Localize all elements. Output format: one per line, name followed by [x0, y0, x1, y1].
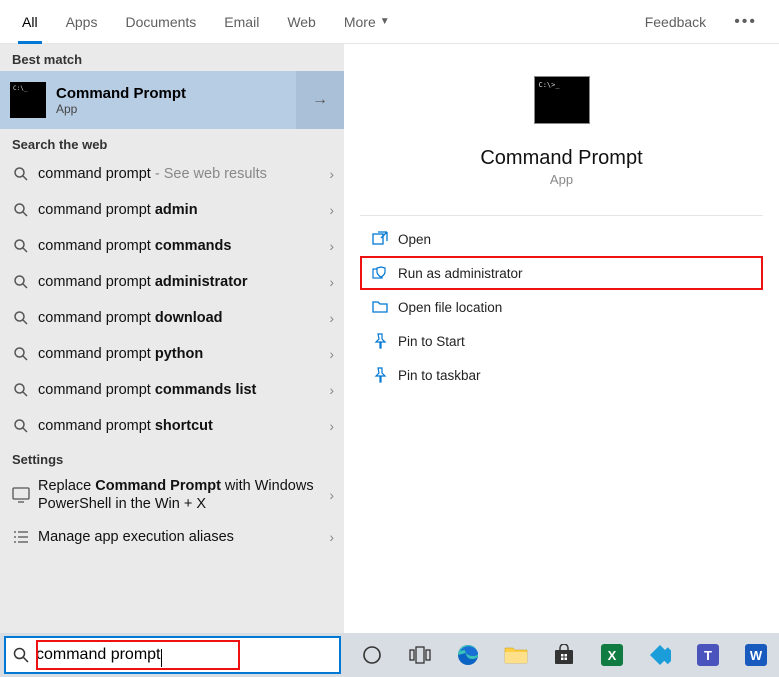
web-result-text: command prompt download: [32, 310, 329, 326]
folder-icon: [368, 299, 392, 315]
settings-result-item[interactable]: Manage app execution aliases›: [0, 519, 344, 555]
web-result-item[interactable]: command prompt download›: [0, 300, 344, 336]
web-result-text: command prompt admin: [32, 202, 329, 218]
action-pin-to-taskbar[interactable]: Pin to taskbar: [360, 358, 763, 392]
pin-start-icon: [368, 333, 392, 349]
tab-documents[interactable]: Documents: [111, 0, 210, 44]
chevron-right-icon: ›: [329, 310, 334, 326]
search-icon: [10, 382, 32, 398]
web-result-text: command prompt shortcut: [32, 418, 329, 434]
search-icon: [10, 166, 32, 182]
taskbar: command prompt X TW: [0, 633, 779, 677]
best-match-subtitle: App: [56, 102, 186, 116]
filter-tabs: All Apps Documents Email Web More▼ Feedb…: [0, 0, 779, 44]
monitor-icon: [10, 487, 32, 503]
detail-subtitle: App: [360, 172, 763, 187]
more-menu[interactable]: •••: [720, 13, 771, 31]
action-label: Pin to taskbar: [392, 368, 481, 383]
taskbar-teams[interactable]: T: [685, 634, 731, 676]
taskbar-store[interactable]: [541, 634, 587, 676]
action-label: Run as administrator: [392, 266, 523, 281]
best-match-item[interactable]: Command Prompt App →: [0, 71, 344, 129]
chevron-right-icon: ›: [329, 238, 334, 254]
chevron-right-icon: ›: [329, 529, 334, 545]
search-web-header: Search the web: [0, 129, 344, 156]
settings-result-item[interactable]: Replace Command Prompt with Windows Powe…: [0, 471, 344, 519]
chevron-right-icon: ›: [329, 202, 334, 218]
chevron-right-icon: ›: [329, 346, 334, 362]
web-result-text: command prompt python: [32, 346, 329, 362]
search-icon: [6, 647, 36, 663]
search-icon: [10, 202, 32, 218]
action-open-file-location[interactable]: Open file location: [360, 290, 763, 324]
action-label: Open file location: [392, 300, 502, 315]
action-label: Pin to Start: [392, 334, 465, 349]
shield-icon: [368, 265, 392, 281]
taskbar-word[interactable]: W: [733, 634, 779, 676]
taskbar-task-view[interactable]: [397, 634, 443, 676]
search-icon: [10, 238, 32, 254]
web-result-item[interactable]: command prompt - See web results›: [0, 156, 344, 192]
best-match-title: Command Prompt: [56, 85, 186, 102]
search-icon: [10, 274, 32, 290]
search-icon: [10, 346, 32, 362]
chevron-right-icon: ›: [329, 166, 334, 182]
list-icon: [10, 529, 32, 545]
web-result-text: command prompt administrator: [32, 274, 329, 290]
web-result-text: command prompt commands list: [32, 382, 329, 398]
best-match-header: Best match: [0, 44, 344, 71]
chevron-down-icon: ▼: [380, 16, 390, 27]
taskbar-kodi[interactable]: [637, 634, 683, 676]
action-run-as-administrator[interactable]: Run as administrator: [360, 256, 763, 290]
taskbar-excel[interactable]: X: [589, 634, 635, 676]
search-box[interactable]: command prompt: [4, 636, 341, 674]
tab-apps[interactable]: Apps: [52, 0, 112, 44]
tab-all[interactable]: All: [8, 0, 52, 44]
pin-task-icon: [368, 367, 392, 383]
feedback-link[interactable]: Feedback: [631, 14, 720, 30]
tab-more[interactable]: More▼: [330, 0, 404, 44]
tab-email[interactable]: Email: [210, 0, 273, 44]
command-prompt-icon: [10, 82, 46, 118]
text-cursor: [161, 649, 162, 667]
web-result-item[interactable]: command prompt commands list›: [0, 372, 344, 408]
search-icon: [10, 418, 32, 434]
settings-result-text: Replace Command Prompt with Windows Powe…: [32, 477, 329, 513]
web-result-item[interactable]: command prompt commands›: [0, 228, 344, 264]
search-icon: [10, 310, 32, 326]
chevron-right-icon: ›: [329, 274, 334, 290]
web-result-item[interactable]: command prompt shortcut›: [0, 408, 344, 444]
command-prompt-icon: [534, 76, 590, 124]
detail-panel: Command Prompt App Open Run as administra…: [344, 44, 779, 633]
open-icon: [368, 231, 392, 247]
action-pin-to-start[interactable]: Pin to Start: [360, 324, 763, 358]
web-result-item[interactable]: command prompt administrator›: [0, 264, 344, 300]
detail-title: Command Prompt: [360, 147, 763, 170]
search-text: command prompt: [36, 646, 161, 664]
taskbar-file-explorer[interactable]: [493, 634, 539, 676]
web-result-text: command prompt commands: [32, 238, 329, 254]
action-label: Open: [392, 232, 431, 247]
taskbar-cortana[interactable]: [349, 634, 395, 676]
settings-header: Settings: [0, 444, 344, 471]
chevron-right-icon: ›: [329, 418, 334, 434]
web-result-text: command prompt - See web results: [32, 166, 329, 182]
results-panel: Best match Command Prompt App → Search t…: [0, 44, 344, 633]
settings-result-text: Manage app execution aliases: [32, 528, 329, 546]
taskbar-edge[interactable]: [445, 634, 491, 676]
expand-arrow-icon[interactable]: →: [296, 71, 344, 129]
chevron-right-icon: ›: [329, 382, 334, 398]
web-result-item[interactable]: command prompt python›: [0, 336, 344, 372]
chevron-right-icon: ›: [329, 487, 334, 503]
action-open[interactable]: Open: [360, 222, 763, 256]
web-result-item[interactable]: command prompt admin›: [0, 192, 344, 228]
tab-web[interactable]: Web: [273, 0, 330, 44]
